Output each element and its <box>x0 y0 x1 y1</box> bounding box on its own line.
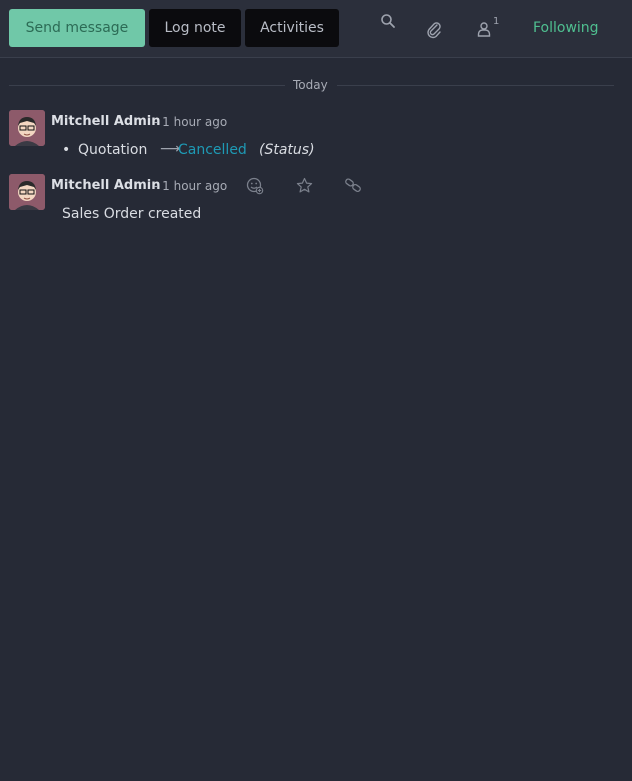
message-author[interactable]: Mitchell Admin <box>51 114 160 129</box>
activities-button[interactable]: Activities <box>245 9 339 47</box>
log-note-button[interactable]: Log note <box>149 9 241 47</box>
avatar[interactable] <box>9 174 45 210</box>
followers-count: 1 <box>493 16 500 27</box>
user-icon <box>477 21 491 41</box>
send-message-button[interactable]: Send message <box>9 9 145 47</box>
message-body: Sales Order created <box>62 206 202 222</box>
chatter-topbar: Send message Log note Activities 1 Follo… <box>0 0 632 58</box>
tracking-bullet: • <box>62 142 71 158</box>
date-divider-left <box>9 85 285 86</box>
search-icon[interactable] <box>380 13 396 33</box>
date-separator: Today <box>293 78 328 92</box>
message-author[interactable]: Mitchell Admin <box>51 178 160 193</box>
link-icon[interactable] <box>344 177 362 198</box>
paperclip-icon[interactable] <box>426 21 442 43</box>
message-date: - 1 hour ago <box>154 179 228 193</box>
following-button[interactable]: Following <box>533 20 599 36</box>
tracking-new-value: Cancelled <box>178 142 247 158</box>
tracking-old-value: Quotation <box>78 142 148 158</box>
tracking-field-name: (Status) <box>259 142 315 158</box>
message-date: - 1 hour ago <box>154 115 228 129</box>
date-divider-right <box>337 85 614 86</box>
avatar[interactable] <box>9 110 45 146</box>
star-icon[interactable] <box>296 177 313 198</box>
smiley-add-icon[interactable] <box>246 177 264 199</box>
